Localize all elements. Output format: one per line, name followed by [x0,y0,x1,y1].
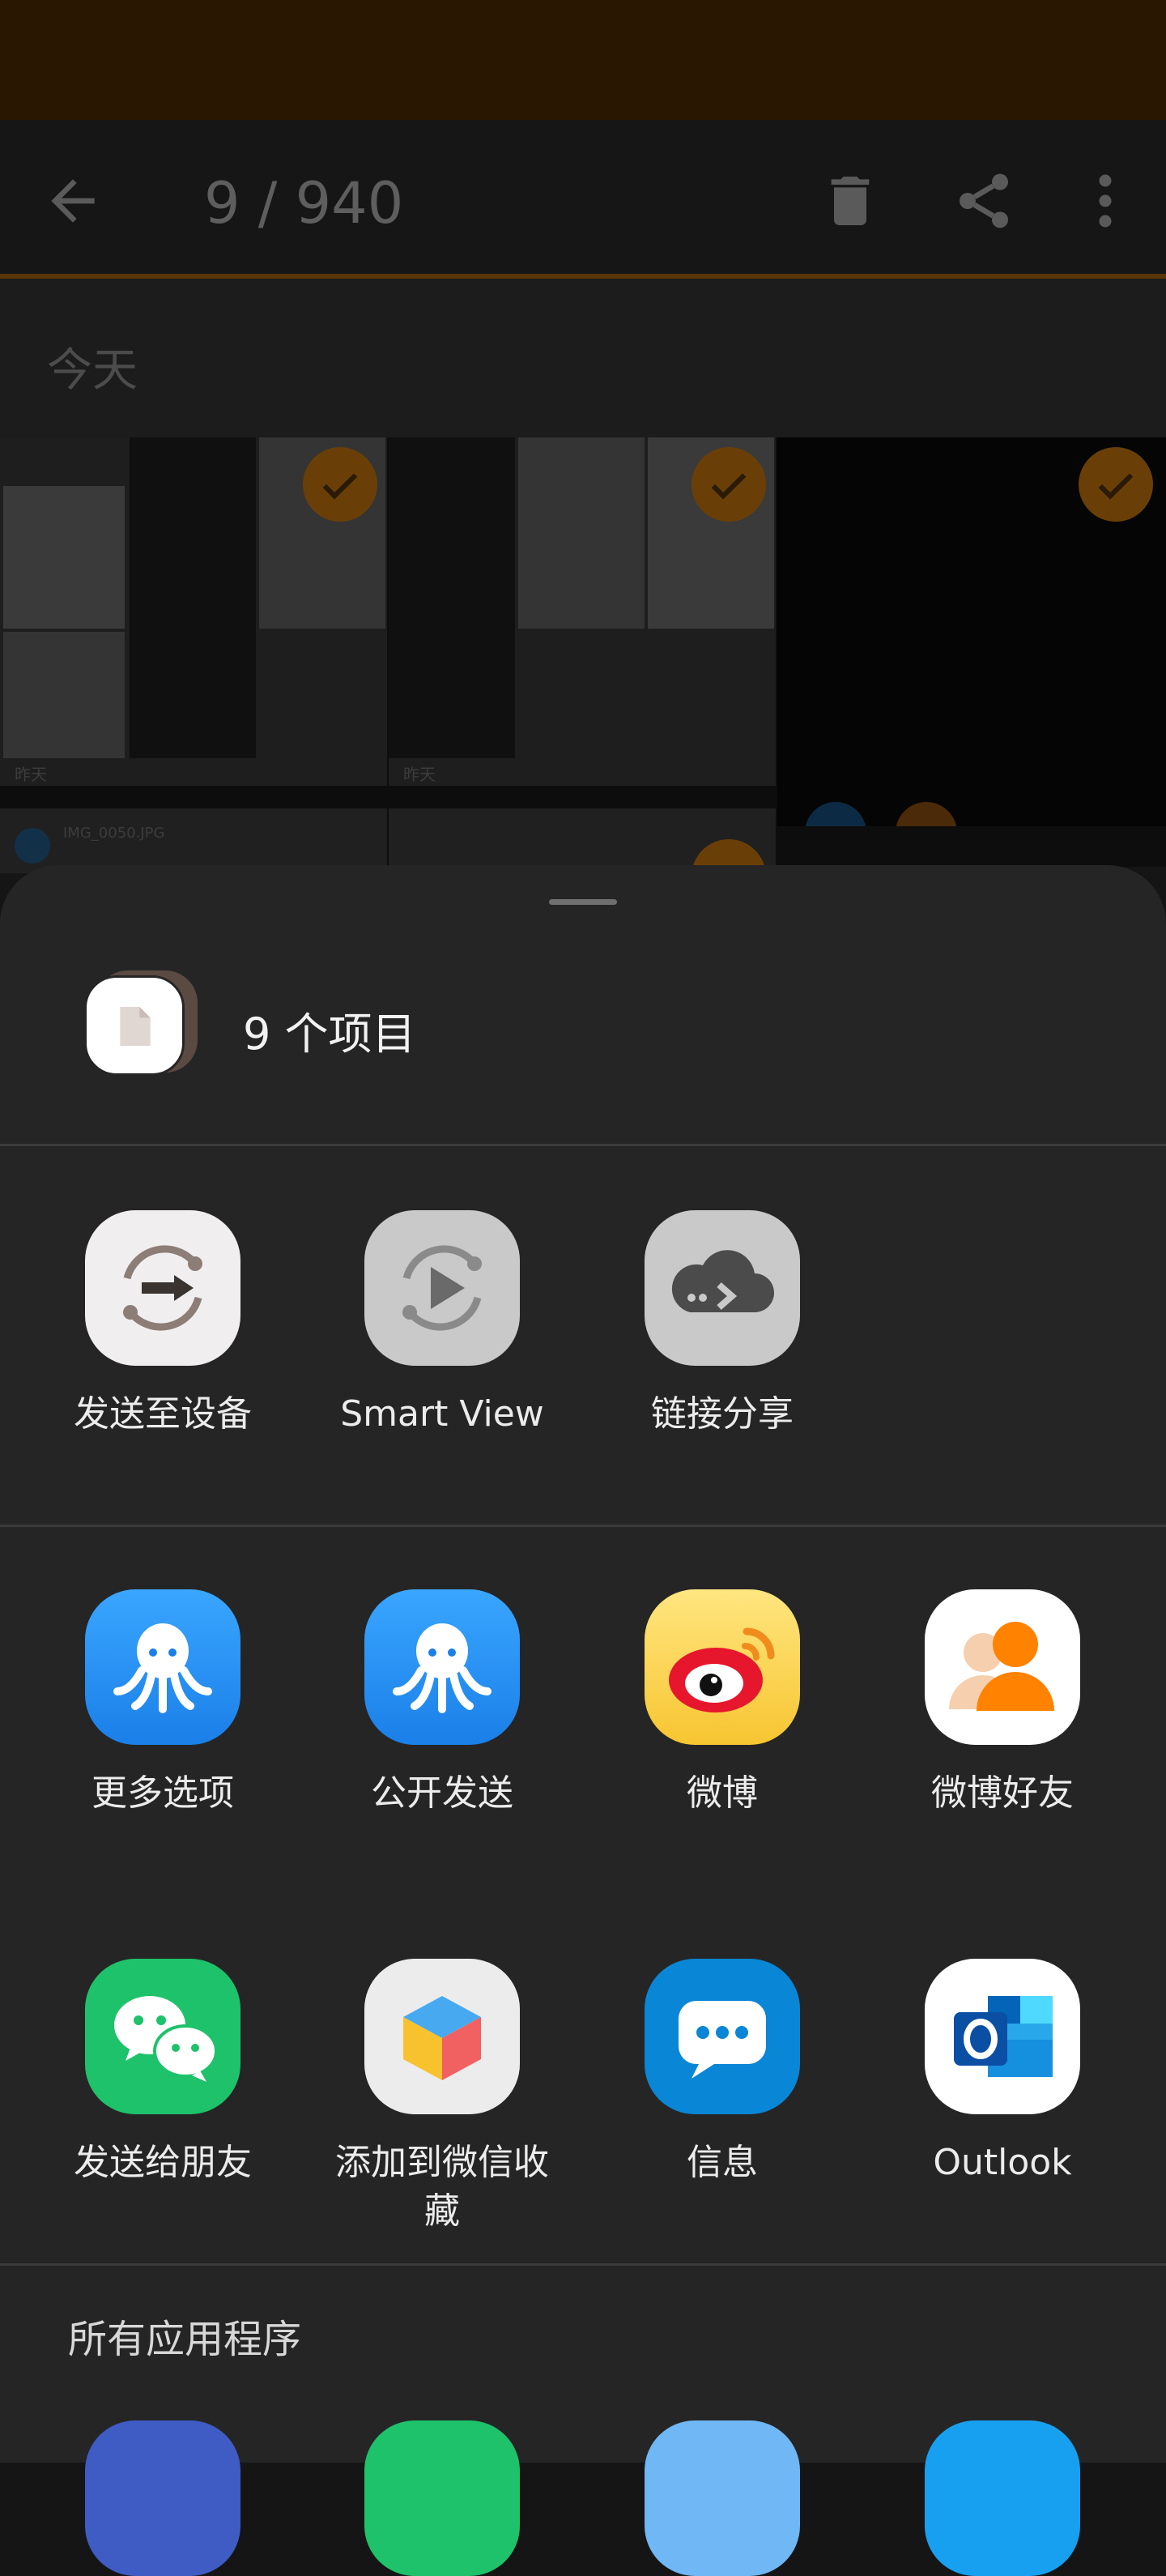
app-label: 信息 [687,2142,758,2183]
selection-counter: 9 / 940 [204,170,404,237]
weibo-friends-app-button[interactable]: 微博好友 [881,1589,1124,1818]
status-bar [0,0,1166,120]
smart-view-icon [364,1210,520,1366]
app-icon-peek[interactable] [364,2420,520,2576]
send-to-friend-app-button[interactable]: 发送给朋友 [41,1959,284,2187]
octopus-icon [85,1589,240,1745]
file-name-label: IMG_0050.JPG [63,825,165,842]
messages-icon [645,1959,800,2114]
public-send-app-button[interactable]: 公开发送 [321,1589,564,1818]
outlook-app-button[interactable]: Outlook [881,1959,1124,2187]
all-apps-title: 所有应用程序 [68,2317,302,2362]
app-label: Smart View [340,1393,544,1435]
weibo-friends-icon [925,1589,1080,1745]
more-options-app-button[interactable]: 更多选项 [41,1589,284,1818]
share-icon[interactable] [951,168,1016,233]
wechat-icon [85,1959,240,2114]
app-label: 更多选项 [91,1772,234,1814]
selected-check-icon [692,447,766,522]
thumbnail-3[interactable] [777,437,1166,826]
thumbnail-4[interactable]: IMG_0050.JPG [0,808,387,873]
app-icon-peek[interactable] [925,2420,1080,2576]
share-items-count: 9 个项目 [243,1009,416,1060]
weibo-app-button[interactable]: 微博 [601,1589,844,1818]
selected-check-icon [1079,447,1153,522]
gallery-app-bar: 9 / 940 [0,120,1166,274]
thumbnail-1[interactable]: 昨天 [0,437,387,786]
app-label: 链接分享 [651,1393,794,1435]
send-to-device-button[interactable]: 发送至设备 [41,1210,284,1439]
thumbnail-2[interactable]: 昨天 [389,437,776,786]
messages-app-button[interactable]: 信息 [601,1959,844,2187]
app-icon-peek[interactable] [645,2420,800,2576]
divider [0,1525,1166,1527]
weibo-icon [645,1589,800,1745]
divider [0,2263,1166,2266]
app-label: Outlook [933,2142,1072,2183]
smart-view-button[interactable]: Smart View [321,1210,564,1439]
link-sharing-button[interactable]: 链接分享 [601,1210,844,1439]
app-label: 微博好友 [931,1772,1074,1814]
tile-date-label: 昨天 [15,765,47,784]
wechat-favorites-cube-icon [364,1959,520,2114]
app-label: 公开发送 [371,1772,513,1814]
file-icon [84,970,198,1084]
app-label: 发送至设备 [74,1393,252,1435]
back-arrow-icon[interactable] [40,168,105,233]
section-title: 今天 [47,344,138,397]
more-options-icon[interactable] [1081,168,1130,233]
share-sheet: 9 个项目 发送至设备 Smart View 链接分享 更多选项 公开发送 微博… [0,865,1166,2576]
trash-icon[interactable] [818,168,883,233]
wechat-favorites-app-button[interactable]: 添加到微信收藏 [321,1959,564,2236]
tile-date-label: 昨天 [403,765,436,784]
thumbnail-grid: 昨天 昨天 IMG_0050.JPG [0,437,1166,873]
send-to-device-icon [85,1210,240,1366]
drag-handle[interactable] [549,899,617,905]
app-label: 微博 [687,1772,758,1814]
octopus-icon [364,1589,520,1745]
app-label: 添加到微信收藏 [335,2142,549,2232]
share-header: 9 个项目 [0,970,1166,1092]
selected-check-icon [303,447,377,522]
gallery-section-header: 今天 [0,279,1166,437]
link-sharing-cloud-icon [645,1210,800,1366]
thumbnail-5[interactable] [389,808,776,873]
outlook-icon [925,1959,1080,2114]
app-icon-peek[interactable] [85,2420,240,2576]
app-label: 发送给朋友 [74,2142,252,2183]
divider [0,1144,1166,1146]
